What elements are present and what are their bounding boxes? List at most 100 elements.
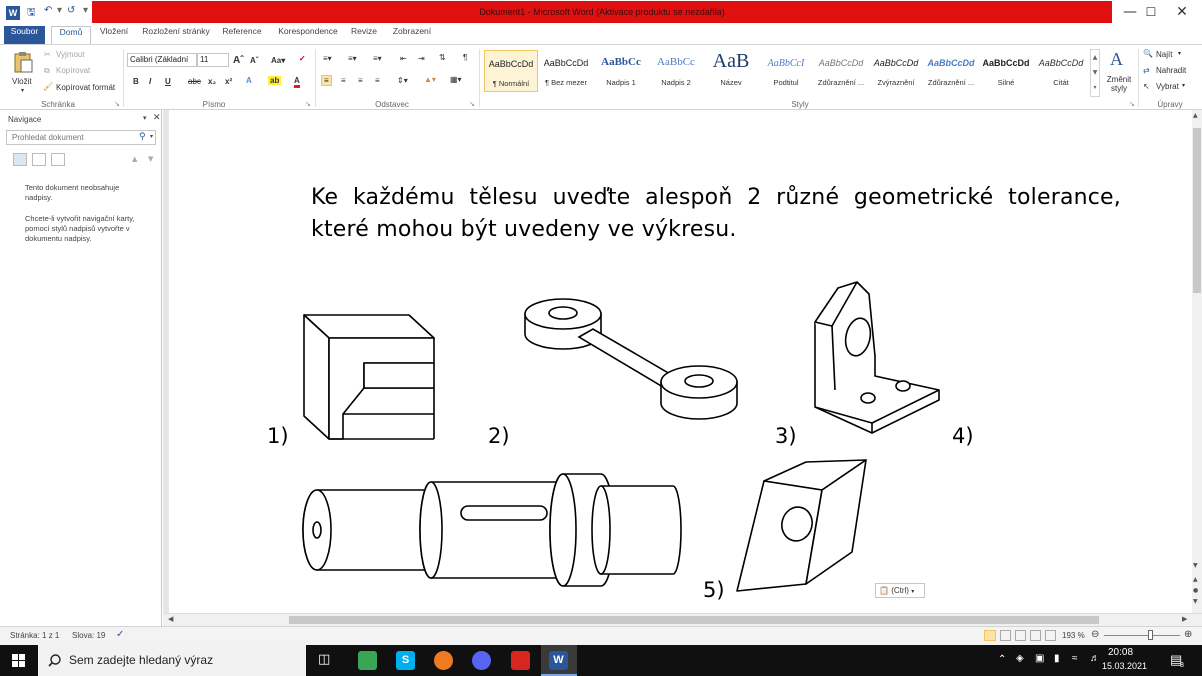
vertical-scrollbar[interactable]: ▲ ▼ ▲ ● ▼ — [1192, 110, 1202, 613]
clear-formatting-icon[interactable]: ✓ — [299, 54, 306, 63]
shading-icon[interactable]: ▲▾ — [424, 75, 436, 84]
word-count[interactable]: Slova: 19 — [72, 631, 105, 640]
tab-insert[interactable]: Vložení — [94, 26, 134, 44]
navigation-search-input[interactable] — [6, 130, 156, 145]
tray-app-icon[interactable]: ◈ — [1016, 653, 1024, 664]
draft-icon[interactable] — [1045, 630, 1056, 641]
next-heading-icon[interactable]: ▼ — [148, 155, 153, 163]
replace-button[interactable]: Nahradit — [1156, 66, 1186, 75]
tab-page-layout[interactable]: Rozložení stránky — [138, 26, 214, 44]
pane-options-icon[interactable]: ▾ — [143, 114, 147, 122]
horizontal-scroll-thumb[interactable] — [289, 616, 1099, 624]
word-taskbar-button[interactable]: W — [541, 645, 577, 676]
zoom-in-icon[interactable]: ⊕ — [1184, 629, 1192, 640]
styles-launcher-icon[interactable]: ↘ — [1129, 100, 1135, 108]
subscript-icon[interactable]: x₂ — [208, 77, 216, 86]
tab-file[interactable]: Soubor — [4, 26, 45, 44]
style-intense-emphasis[interactable]: AaBbCcDd Zdůraznění ... — [924, 50, 978, 92]
line-spacing-icon[interactable]: ⇕▾ — [397, 76, 408, 85]
undo-icon[interactable]: ↶ — [44, 5, 52, 16]
grow-font-icon[interactable]: Aˆ — [233, 55, 244, 66]
tray-camera-icon[interactable]: ▣ — [1035, 653, 1044, 664]
battery-icon[interactable]: ▮ — [1054, 653, 1060, 664]
show-marks-icon[interactable]: ¶ — [463, 53, 467, 62]
font-size-combo[interactable]: 11 — [197, 53, 229, 67]
figure-c-block[interactable] — [297, 308, 447, 440]
search-icon[interactable]: ⚲ — [139, 132, 146, 142]
align-left-icon[interactable]: ≡ — [321, 75, 332, 86]
previous-heading-icon[interactable]: ▲ — [132, 155, 137, 163]
tab-mailings[interactable]: Korespondence — [272, 26, 344, 44]
multilevel-list-icon[interactable]: ≡▾ — [373, 54, 382, 63]
change-case-icon[interactable]: Aa▾ — [271, 56, 285, 65]
sort-icon[interactable]: ⇅ — [439, 53, 446, 62]
format-painter-button[interactable]: Kopírovat formát — [56, 83, 115, 92]
save-icon[interactable]: 🖫 — [27, 5, 36, 22]
highlight-icon[interactable]: ab — [268, 76, 282, 85]
next-page-icon[interactable]: ▼ — [1193, 598, 1198, 605]
greenshot-icon[interactable] — [358, 651, 377, 670]
find-dropdown-icon[interactable]: ▾ — [1178, 50, 1181, 57]
document-heading[interactable]: Ke každému tělesu uveďte alespoň 2 různé… — [311, 182, 1121, 246]
borders-icon[interactable]: ▦▾ — [450, 75, 462, 84]
underline-icon[interactable]: U — [165, 77, 171, 86]
style-emphasis[interactable]: AaBbCcDd Zvýraznění — [869, 50, 923, 92]
style-title[interactable]: AaB Název — [704, 50, 758, 92]
redo-icon[interactable]: ↺ — [67, 5, 75, 16]
text-effects-icon[interactable]: A — [246, 76, 252, 85]
shrink-font-icon[interactable]: Aˇ — [250, 56, 258, 65]
find-button[interactable]: Najít — [1156, 50, 1172, 59]
style-heading-2[interactable]: AaBbCc Nadpis 2 — [649, 50, 703, 92]
show-hidden-icons[interactable]: ⌃ — [998, 654, 1006, 665]
paste-button[interactable]: Vložit ▾ — [8, 49, 38, 95]
cut-button[interactable]: Vyjmout — [56, 50, 85, 59]
network-icon[interactable]: ≈ — [1072, 653, 1078, 664]
acrobat-icon[interactable] — [511, 651, 530, 670]
font-color-icon[interactable]: A — [294, 76, 300, 88]
outline-icon[interactable] — [1030, 630, 1041, 641]
select-dropdown-icon[interactable]: ▾ — [1182, 82, 1185, 89]
undo-dropdown-icon[interactable]: ▾ — [57, 5, 62, 16]
page-count[interactable]: Stránka: 1 z 1 — [10, 631, 59, 640]
zoom-slider-thumb[interactable] — [1148, 630, 1153, 640]
scroll-up-icon[interactable]: ▲ — [1193, 112, 1198, 119]
proofing-icon[interactable]: ✓ — [116, 629, 124, 640]
web-layout-icon[interactable] — [1015, 630, 1026, 641]
styles-scroll[interactable]: ▲ ▼ ▾ — [1090, 49, 1100, 97]
italic-icon[interactable]: I — [149, 77, 151, 86]
change-styles-button[interactable]: A Změnit styly — [1102, 49, 1134, 99]
tab-results-icon[interactable] — [51, 153, 65, 166]
scroll-down-icon[interactable]: ▼ — [1193, 562, 1198, 569]
volume-icon[interactable]: ♬ — [1090, 653, 1100, 664]
scroll-right-icon[interactable]: ▶ — [1182, 615, 1187, 623]
tab-home[interactable]: Domů — [51, 26, 91, 44]
clock-time[interactable]: 20:08 — [1108, 647, 1133, 658]
align-center-icon[interactable]: ≡ — [341, 76, 346, 85]
style-subtle-emphasis[interactable]: AaBbCcDd Zdůraznění ... — [814, 50, 868, 92]
zoom-slider[interactable] — [1104, 630, 1180, 640]
close-button[interactable]: ✕ — [1162, 2, 1202, 22]
figure-wedge-plate[interactable] — [734, 458, 876, 592]
windows-start-icon[interactable] — [12, 654, 25, 667]
copy-button[interactable]: Kopírovat — [56, 66, 90, 75]
font-launcher-icon[interactable]: ↘ — [305, 100, 311, 108]
firefox-icon[interactable] — [434, 651, 453, 670]
clock-date[interactable]: 15.03.2021 — [1102, 661, 1147, 671]
print-layout-icon[interactable] — [984, 630, 996, 641]
select-button[interactable]: Vybrat — [1156, 82, 1179, 91]
figure-l-bracket[interactable] — [812, 280, 944, 436]
customize-qat-icon[interactable]: ▾ — [83, 5, 88, 16]
increase-indent-icon[interactable]: ⇥ — [418, 54, 425, 63]
tab-view[interactable]: Zobrazení — [387, 26, 437, 44]
style-subtitle[interactable]: AaBbCcI Podtitul — [759, 50, 813, 92]
vertical-scroll-thumb[interactable] — [1193, 128, 1201, 293]
figure-shaft[interactable] — [301, 472, 683, 597]
taskbar-search-box[interactable]: Sem zadejte hledaný výraz — [38, 645, 306, 676]
pane-close-icon[interactable]: ✕ — [153, 113, 161, 123]
figure-link-arm[interactable] — [519, 290, 741, 435]
justify-icon[interactable]: ≡ — [375, 76, 380, 85]
bold-icon[interactable]: B — [133, 77, 139, 86]
zoom-level[interactable]: 193 % — [1062, 631, 1085, 640]
strikethrough-icon[interactable]: abc — [188, 77, 201, 86]
skype-icon[interactable]: S — [396, 651, 415, 670]
